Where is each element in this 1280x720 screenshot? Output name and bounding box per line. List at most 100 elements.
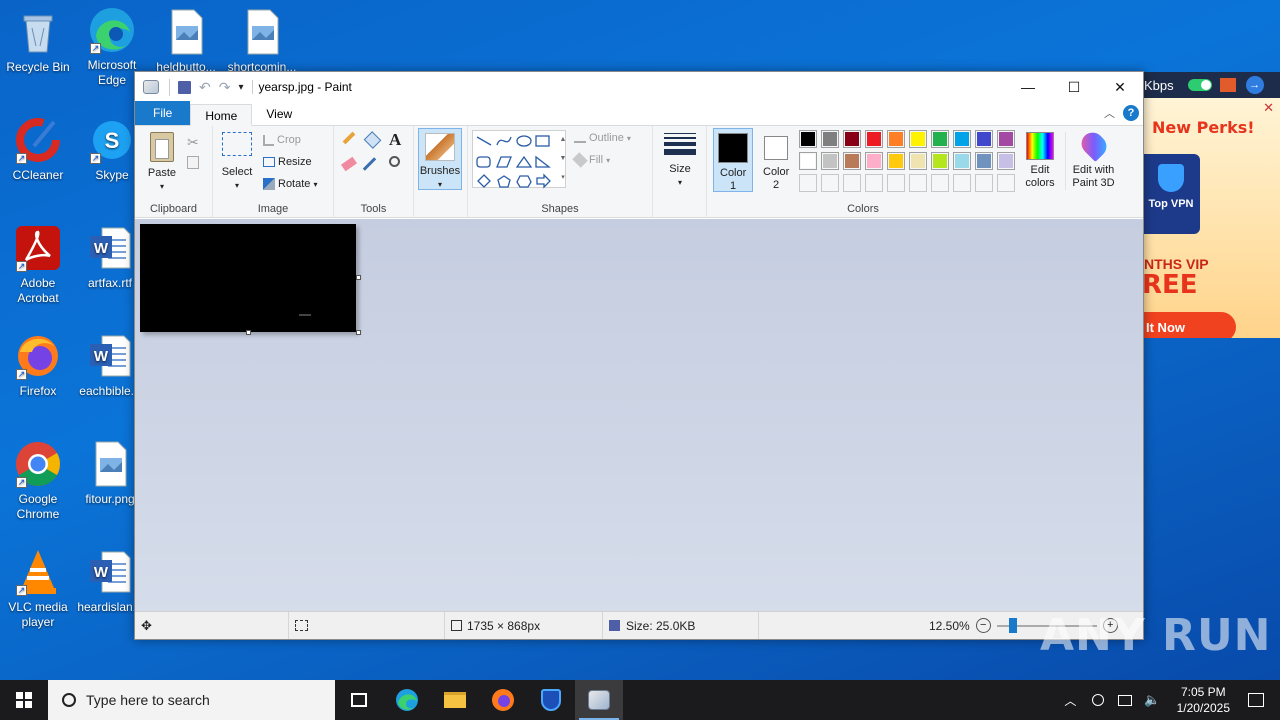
maximize-button[interactable]: ☐ xyxy=(1051,72,1097,102)
collapse-ribbon-icon[interactable]: ︿ xyxy=(1104,105,1115,121)
pencil-icon[interactable] xyxy=(342,131,356,145)
resize-button[interactable]: Resize xyxy=(263,156,312,168)
resize-handle-bottom[interactable] xyxy=(246,330,251,335)
taskbar-firefox[interactable] xyxy=(479,680,527,720)
vpn-ad-widget[interactable]: Kbps → ✕ New Perks! Top VPN NTHS VIP REE… xyxy=(1140,72,1280,338)
color-swatch[interactable] xyxy=(953,152,971,170)
paint-window[interactable]: ↶ ↷ ▾ yearsp.jpg - Paint — ☐ ✕ File Home… xyxy=(134,71,1144,640)
color2-button[interactable]: Color 2 xyxy=(757,132,795,192)
image-canvas[interactable] xyxy=(140,224,356,332)
color-swatch[interactable] xyxy=(909,130,927,148)
image-file-icon[interactable]: shortcomin... xyxy=(224,8,300,75)
vlc-icon[interactable]: ↗ VLC media player xyxy=(0,548,76,630)
ad-banner[interactable]: ✕ New Perks! Top VPN NTHS VIP REE It Now xyxy=(1140,98,1280,338)
acrobat-icon[interactable]: ↗ Adobe Acrobat xyxy=(0,224,76,306)
color-swatch[interactable] xyxy=(843,152,861,170)
chrome-icon[interactable]: ↗ Google Chrome xyxy=(0,440,76,522)
magnifier-icon[interactable] xyxy=(389,156,400,167)
color-swatch[interactable] xyxy=(997,130,1015,148)
gift-icon[interactable] xyxy=(1219,78,1236,92)
color-swatch[interactable] xyxy=(953,174,971,192)
zoom-slider-thumb[interactable] xyxy=(1008,617,1017,633)
firefox-icon[interactable]: ↗ Firefox xyxy=(0,332,76,399)
clock[interactable]: 7:05 PM 1/20/2025 xyxy=(1177,684,1230,716)
shapes-gallery[interactable] xyxy=(472,130,566,189)
customize-dropdown-icon[interactable]: ▾ xyxy=(238,82,243,93)
color-swatch[interactable] xyxy=(843,174,861,192)
start-button[interactable] xyxy=(0,680,48,720)
edit-colors-button[interactable]: Edit colors xyxy=(1019,132,1061,190)
select-button[interactable]: Select ▾ xyxy=(219,132,255,192)
color-swatch[interactable] xyxy=(887,152,905,170)
color-swatch[interactable] xyxy=(909,152,927,170)
image-file-icon[interactable]: heldbutto... xyxy=(148,8,224,75)
close-icon[interactable]: ✕ xyxy=(1263,100,1274,116)
color-swatch[interactable] xyxy=(865,130,883,148)
color-swatch[interactable] xyxy=(931,174,949,192)
color-swatch[interactable] xyxy=(887,174,905,192)
taskbar-vpn[interactable] xyxy=(527,680,575,720)
color-picker-icon[interactable] xyxy=(362,157,377,171)
size-button[interactable]: Size ▾ xyxy=(659,130,701,189)
color-swatch[interactable] xyxy=(975,174,993,192)
recycle-bin-icon[interactable]: Recycle Bin xyxy=(0,8,76,75)
eraser-icon[interactable] xyxy=(340,156,358,172)
help-icon[interactable]: ? xyxy=(1123,105,1139,121)
color-swatch[interactable] xyxy=(865,174,883,192)
shapes-scroll[interactable]: ▲ ▼ ▾ xyxy=(558,130,568,188)
toggle-icon[interactable] xyxy=(1187,79,1212,91)
taskbar-search[interactable]: Type here to search xyxy=(48,680,335,720)
volume-icon[interactable]: 🔈 xyxy=(1144,692,1160,708)
undo-icon[interactable]: ↶ xyxy=(199,79,211,96)
ad-cta-button[interactable]: It Now xyxy=(1140,312,1236,338)
crop-button[interactable]: Crop xyxy=(263,134,301,146)
taskbar-file-explorer[interactable] xyxy=(431,680,479,720)
color-swatch[interactable] xyxy=(975,152,993,170)
rotate-button[interactable]: Rotate ▾ xyxy=(263,178,318,190)
minimize-button[interactable]: — xyxy=(1005,72,1051,102)
color-swatch[interactable] xyxy=(997,174,1015,192)
color-swatch[interactable] xyxy=(843,130,861,148)
zoom-out-button[interactable]: − xyxy=(975,618,991,633)
chevron-up-icon[interactable]: ︿ xyxy=(1064,692,1076,709)
taskbar-paint[interactable] xyxy=(575,680,623,720)
task-view-button[interactable] xyxy=(335,680,383,720)
resize-handle-right[interactable] xyxy=(356,275,361,280)
color-swatch[interactable] xyxy=(953,130,971,148)
fill-button[interactable]: Fill ▾ xyxy=(572,152,610,168)
brushes-button[interactable]: Brushes ▾ xyxy=(418,128,462,190)
canvas-area[interactable] xyxy=(135,219,1143,613)
tab-home[interactable]: Home xyxy=(190,104,253,126)
color-swatch[interactable] xyxy=(799,152,817,170)
notification-icon[interactable] xyxy=(1248,693,1264,707)
paste-button[interactable]: Paste ▾ xyxy=(141,132,183,193)
ccleaner-icon[interactable]: ↗ CCleaner xyxy=(0,116,76,183)
resize-handle-corner[interactable] xyxy=(356,330,361,335)
color-swatch[interactable] xyxy=(799,130,817,148)
arrow-right-icon[interactable]: → xyxy=(1245,76,1264,94)
save-icon[interactable] xyxy=(178,80,191,94)
color-swatch[interactable] xyxy=(975,130,993,148)
paint3d-button[interactable]: Edit with Paint 3D xyxy=(1065,128,1121,190)
tab-file[interactable]: File xyxy=(135,101,191,125)
text-icon[interactable]: A xyxy=(389,130,401,150)
close-button[interactable]: ✕ xyxy=(1097,72,1143,102)
taskbar-edge[interactable] xyxy=(383,680,431,720)
color-swatch[interactable] xyxy=(931,152,949,170)
title-bar[interactable]: ↶ ↷ ▾ yearsp.jpg - Paint — ☐ ✕ xyxy=(135,72,1143,102)
outline-button[interactable]: Outline ▾ xyxy=(574,132,631,144)
color-swatch[interactable] xyxy=(821,174,839,192)
network-status-icon[interactable] xyxy=(1092,694,1105,706)
redo-icon[interactable]: ↷ xyxy=(219,79,231,96)
fill-bucket-icon[interactable] xyxy=(363,131,382,149)
copy-icon[interactable] xyxy=(187,156,199,169)
color-swatch[interactable] xyxy=(821,152,839,170)
color-swatch[interactable] xyxy=(799,174,817,192)
cut-icon[interactable]: ✂ xyxy=(187,134,199,151)
color-swatch[interactable] xyxy=(865,152,883,170)
color-swatch[interactable] xyxy=(821,130,839,148)
color-swatch[interactable] xyxy=(909,174,927,192)
color1-button[interactable]: Color 1 xyxy=(713,128,753,192)
tab-view[interactable]: View xyxy=(252,103,306,125)
color-swatch[interactable] xyxy=(931,130,949,148)
